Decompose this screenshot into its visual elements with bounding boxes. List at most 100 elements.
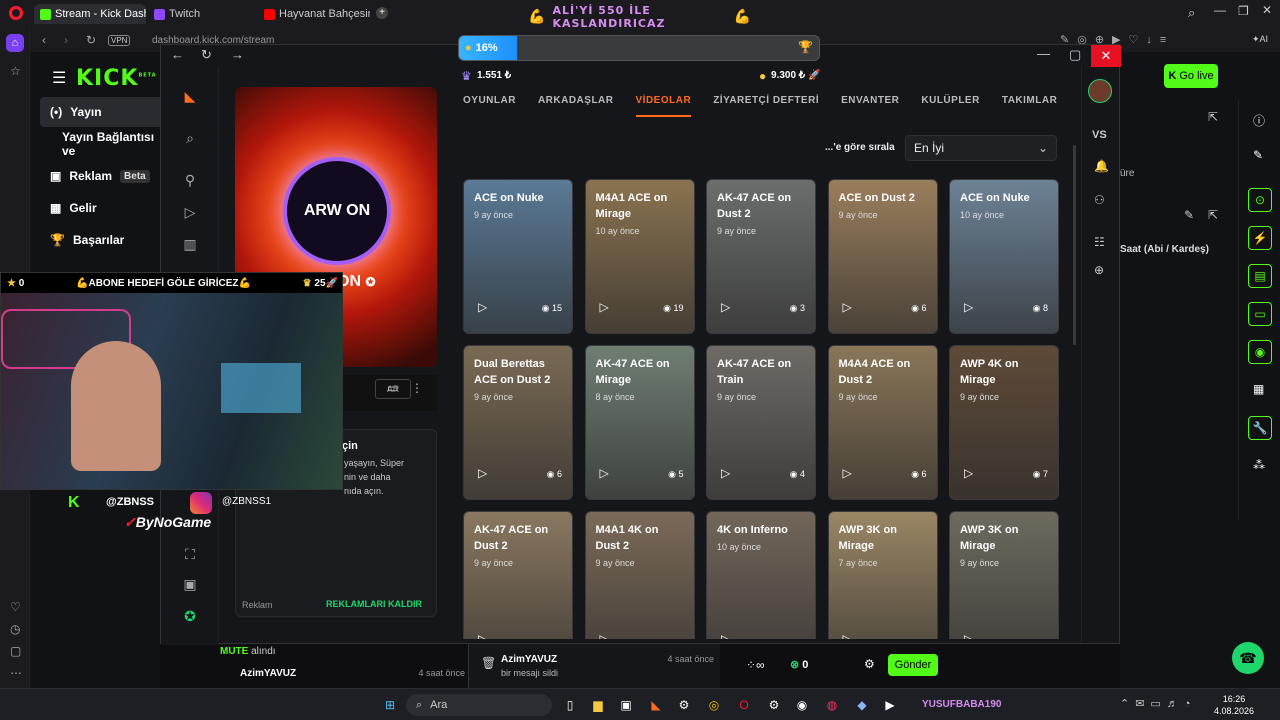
maximize-icon[interactable]: ▢: [1069, 47, 1081, 63]
tab-5[interactable]: KULÜPLER: [921, 95, 979, 117]
video-card[interactable]: AK-47 ACE on Train 9 ay önce ▷ ◉ 4: [706, 345, 816, 500]
play-icon[interactable]: ▷: [721, 632, 737, 639]
scrollbar[interactable]: [1073, 145, 1076, 345]
play-icon[interactable]: ▷: [721, 466, 737, 482]
play-icon[interactable]: ▷: [964, 632, 980, 639]
video-card[interactable]: Dual Berettas ACE on Dust 2 9 ay önce ▷ ◉ 6: [463, 345, 573, 500]
more-icon[interactable]: ⋯: [10, 666, 22, 680]
user-avatar[interactable]: [1088, 79, 1112, 103]
sort-select[interactable]: En İyi ⌄: [905, 135, 1057, 161]
reload-icon[interactable]: ↻: [86, 33, 96, 47]
obs-icon[interactable]: ◉: [792, 695, 812, 715]
browser-tab-kick[interactable]: Stream - Kick Dashboard: [34, 4, 146, 24]
video-card[interactable]: AWP 3K on Mirage 9 ay önce ▷: [949, 511, 1059, 639]
home-icon[interactable]: ⌂: [6, 34, 24, 52]
go-live-button[interactable]: K Go live: [1164, 64, 1218, 88]
cc-icon[interactable]: ◍: [822, 695, 842, 715]
maximize-icon[interactable]: ❐: [1238, 4, 1249, 18]
target-icon[interactable]: ⊙: [1248, 188, 1272, 212]
info-icon[interactable]: ⓘ: [1253, 112, 1265, 129]
edit-icon[interactable]: ✎: [1184, 208, 1194, 222]
more-icon[interactable]: ⋮: [411, 381, 423, 395]
tab-2[interactable]: VİDEOLAR: [635, 95, 692, 117]
chat-icon[interactable]: ▭: [1248, 302, 1272, 326]
video-card[interactable]: M4A4 ACE on Dust 2 9 ay önce ▷ ◉ 6: [827, 345, 938, 500]
pen-icon[interactable]: ✎: [1253, 148, 1263, 162]
file-icon[interactable]: ▯: [560, 695, 580, 715]
play-icon[interactable]: ▷: [721, 300, 737, 316]
chat-user[interactable]: MUTE: [220, 646, 248, 657]
friends-icon[interactable]: ⚇: [1094, 193, 1105, 207]
media-icon[interactable]: ▶: [880, 695, 900, 715]
play-icon[interactable]: ▷: [600, 300, 616, 316]
tab-4[interactable]: ENVANTER: [841, 95, 899, 117]
video-card[interactable]: AK-47 ACE on Dust 2 9 ay önce ▷: [463, 511, 573, 639]
app-logo-icon[interactable]: ◣: [179, 85, 201, 107]
tab-3[interactable]: ZİYARETÇİ DEFTERİ: [713, 95, 819, 117]
bell-icon[interactable]: 🔔: [1094, 159, 1109, 173]
popout-icon[interactable]: ⇱: [1208, 110, 1218, 124]
forward-icon[interactable]: ›: [64, 33, 68, 47]
vpn-badge[interactable]: VPN: [108, 35, 131, 46]
mod-user[interactable]: AzimYAVUZ: [501, 654, 557, 665]
send-button[interactable]: Gönder: [888, 654, 938, 676]
people-search-icon[interactable]: ⚲: [179, 169, 201, 191]
nav-item-reklam[interactable]: ▣ Reklam Beta: [40, 161, 170, 191]
play-icon[interactable]: ▷: [478, 466, 494, 482]
tab-1[interactable]: ARKADAŞLAR: [538, 95, 614, 117]
play-icon[interactable]: ▷: [478, 632, 494, 639]
chat-user[interactable]: AzimYAVUZ: [240, 668, 296, 679]
play-icon[interactable]: ▷: [600, 632, 616, 639]
tray-icons[interactable]: ⌃✉▭♬◔: [1120, 697, 1196, 710]
video-card[interactable]: ACE on Dust 2 9 ay önce ▷ ◉ 6: [827, 179, 938, 334]
nav-item-yayin-baglantisi[interactable]: Yayın Bağlantısı ve: [40, 129, 170, 159]
chart-icon[interactable]: ▥: [179, 233, 201, 255]
message-icon[interactable]: ▭: [387, 381, 398, 395]
store-icon[interactable]: ▣: [616, 695, 636, 715]
kick-logo[interactable]: KICKBETA: [76, 66, 157, 91]
forward-icon[interactable]: →: [231, 47, 244, 62]
tab-0[interactable]: OYUNLAR: [463, 95, 516, 117]
play-icon[interactable]: ▷: [964, 300, 980, 316]
play-icon[interactable]: ▷: [179, 201, 201, 223]
video-card[interactable]: AWP 3K on Mirage 7 ay önce ▷: [827, 511, 938, 639]
video-card[interactable]: 4K on Inferno 10 ay önce ▷: [706, 511, 816, 639]
close-icon[interactable]: ✕: [1091, 45, 1121, 67]
close-icon[interactable]: ✕: [1262, 3, 1272, 17]
nav-item-basarilar[interactable]: 🏆 Başarılar: [40, 225, 170, 255]
heart-icon[interactable]: ♡: [10, 600, 21, 614]
users-icon[interactable]: ▦: [1253, 382, 1264, 396]
ai-button[interactable]: ✦AI: [1252, 34, 1268, 45]
minimize-icon[interactable]: —: [1214, 3, 1226, 17]
steam-icon[interactable]: ⚙: [674, 695, 694, 715]
profile-avatar[interactable]: ARW ON: [283, 157, 391, 265]
clock[interactable]: 16:26 4.08.2026: [1214, 693, 1254, 717]
minimize-icon[interactable]: —: [1037, 46, 1050, 61]
chrome-icon[interactable]: ◎: [704, 695, 724, 715]
history-icon[interactable]: ◷: [10, 622, 20, 636]
search-icon[interactable]: ⌕: [179, 127, 201, 149]
new-tab-icon[interactable]: +: [376, 7, 388, 19]
box-icon[interactable]: ▢: [10, 644, 21, 658]
expand-icon[interactable]: ⛶: [179, 543, 201, 565]
groups-icon[interactable]: ☷: [1094, 235, 1105, 249]
bolt-icon[interactable]: ⚡: [1248, 226, 1272, 250]
broadcast-icon[interactable]: ◉: [1248, 340, 1272, 364]
play-icon[interactable]: ▷: [843, 466, 859, 482]
add-icon[interactable]: ⊕: [1094, 263, 1104, 277]
browser-tab-youtube[interactable]: Hayvanat Bahçesini Geziyo: [258, 4, 370, 24]
nav-item-gelir[interactable]: ▦ Gelir: [40, 193, 170, 223]
tab-6[interactable]: TAKIMLAR: [1002, 95, 1057, 117]
bag-icon[interactable]: ▣: [179, 573, 201, 595]
game-icon[interactable]: ◆: [852, 695, 872, 715]
vs-button[interactable]: VS: [1092, 129, 1107, 141]
browser-tab-twitch[interactable]: Twitch: [148, 4, 256, 24]
dots-icon[interactable]: ⁂: [1253, 458, 1265, 472]
video-card[interactable]: AK-47 ACE on Mirage 8 ay önce ▷ ◉ 5: [584, 345, 695, 500]
video-card[interactable]: M4A1 ACE on Mirage 10 ay önce ▷ ◉ 19: [584, 179, 695, 334]
doc-icon[interactable]: ▤: [1248, 264, 1272, 288]
steam2-icon[interactable]: ⚙: [764, 695, 784, 715]
search-tabs-icon[interactable]: ⌕: [1188, 5, 1195, 21]
gear-icon[interactable]: ⚙: [864, 657, 875, 671]
video-card[interactable]: AWP 4K on Mirage 9 ay önce ▷ ◉ 7: [949, 345, 1059, 500]
